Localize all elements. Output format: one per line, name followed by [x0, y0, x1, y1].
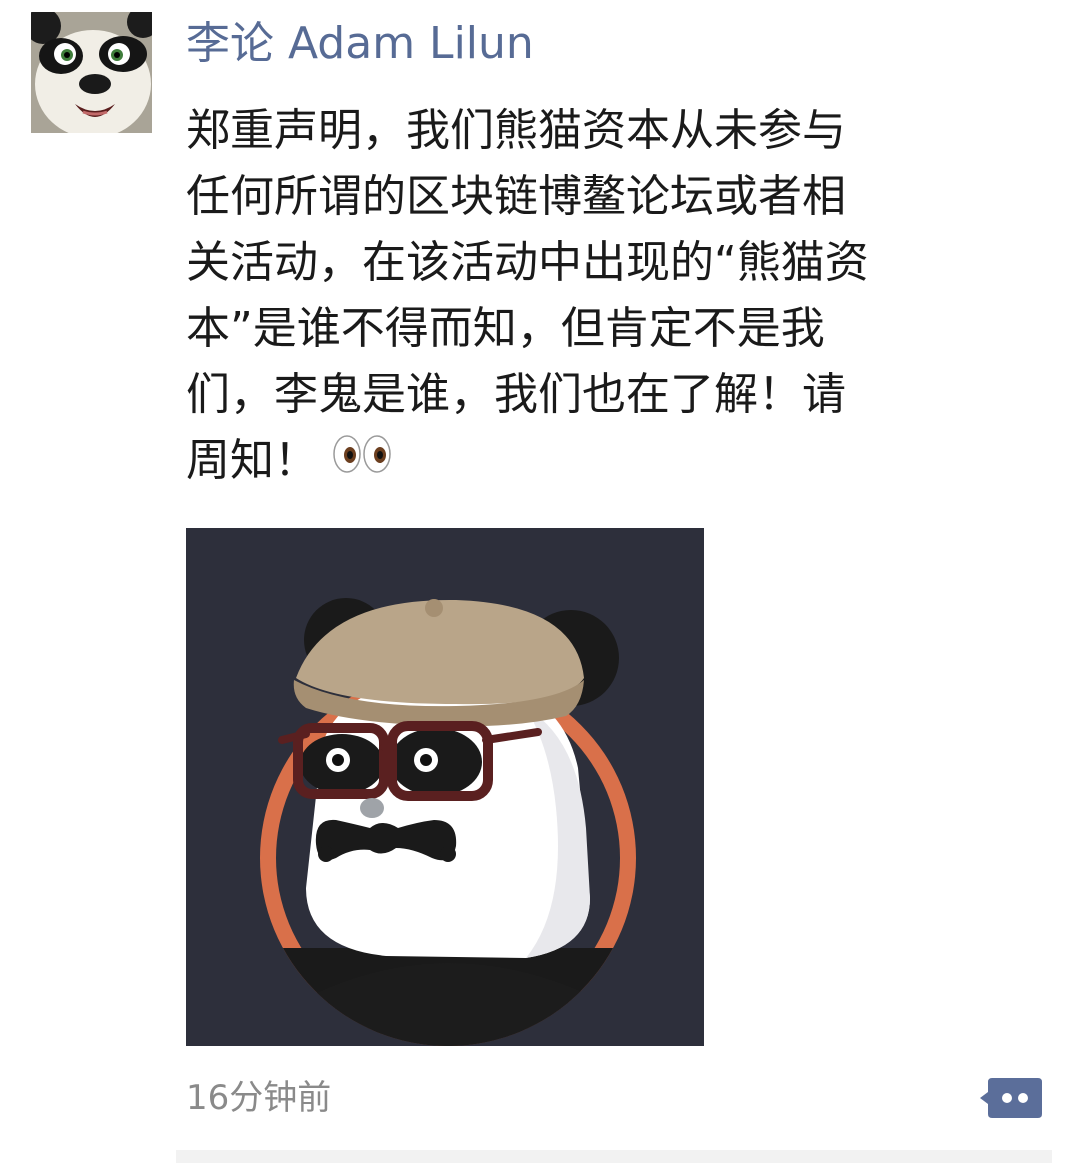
post-text: 郑重声明，我们熊猫资本从未参与 任何所谓的区块链博鳌论坛或者相 关活动，在该活动…	[186, 98, 1046, 494]
post-image[interactable]	[186, 528, 704, 1046]
moments-post: 李论 Adam Lilun 郑重声明，我们熊猫资本从未参与 任何所谓的区块链博鳌…	[0, 0, 1080, 1163]
post-text-line: 任何所谓的区块链博鳌论坛或者相	[186, 171, 846, 222]
post-text-line: 郑重声明，我们熊猫资本从未参与	[186, 105, 846, 156]
eyes-icon	[332, 427, 392, 493]
post-timestamp: 16分钟前	[186, 1078, 332, 1118]
post-text-line: 周知！	[186, 435, 318, 486]
panda-capital-logo-icon	[186, 528, 704, 1046]
avatar[interactable]	[31, 12, 152, 133]
kung-fu-panda-avatar-icon	[31, 12, 152, 133]
comment-icon	[980, 1078, 1042, 1118]
post-text-line: 本”是谁不得而知，但肯定不是我	[186, 303, 825, 354]
post-text-line: 们，李鬼是谁，我们也在了解！请	[186, 369, 846, 420]
post-divider	[176, 1150, 1052, 1163]
post-text-line-last: 周知！	[186, 428, 1046, 494]
comment-button[interactable]	[978, 1074, 1044, 1120]
post-text-line: 关活动，在该活动中出现的“熊猫资	[186, 237, 869, 288]
author-name[interactable]: 李论 Adam Lilun	[186, 14, 534, 74]
